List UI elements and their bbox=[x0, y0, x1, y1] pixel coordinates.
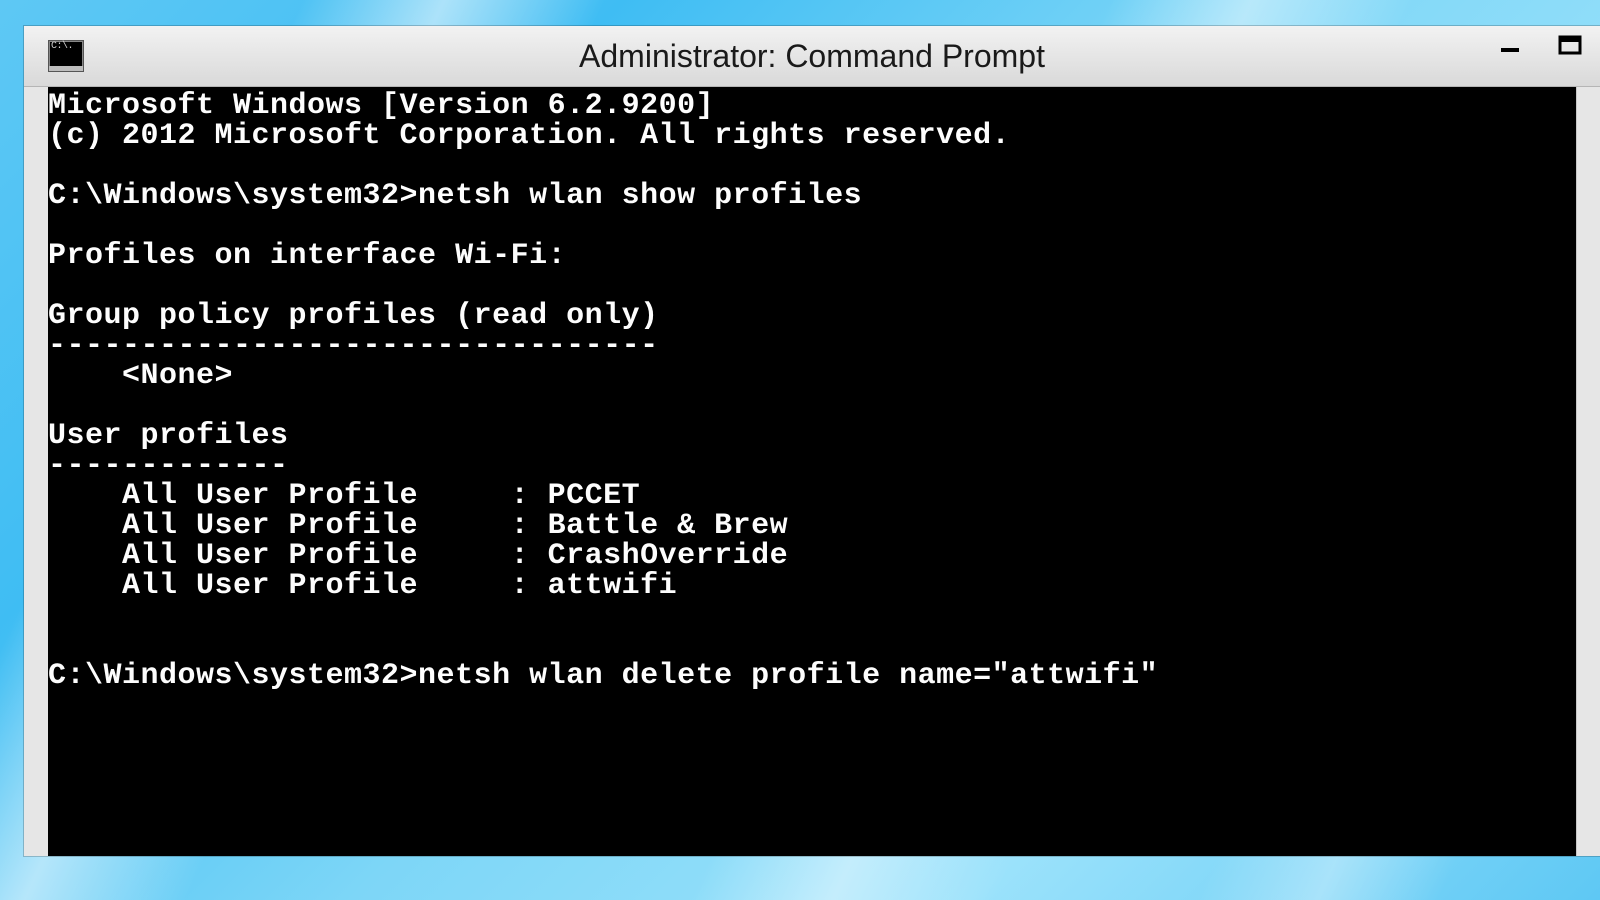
vertical-scrollbar[interactable] bbox=[1576, 87, 1600, 856]
terminal-output: Microsoft Windows [Version 6.2.9200] (c)… bbox=[48, 87, 1600, 691]
command-prompt-window: C:\. Administrator: Command Prompt Micro… bbox=[24, 26, 1600, 856]
maximize-button[interactable] bbox=[1540, 26, 1600, 64]
terminal-area[interactable]: Microsoft Windows [Version 6.2.9200] (c)… bbox=[48, 87, 1600, 856]
titlebar[interactable]: C:\. Administrator: Command Prompt bbox=[24, 26, 1600, 87]
maximize-icon bbox=[1558, 33, 1582, 57]
minimize-icon bbox=[1498, 33, 1522, 57]
minimize-button[interactable] bbox=[1480, 26, 1540, 64]
window-title: Administrator: Command Prompt bbox=[24, 38, 1600, 75]
command-prompt-icon: C:\. bbox=[48, 40, 84, 72]
window-controls bbox=[1480, 26, 1600, 64]
